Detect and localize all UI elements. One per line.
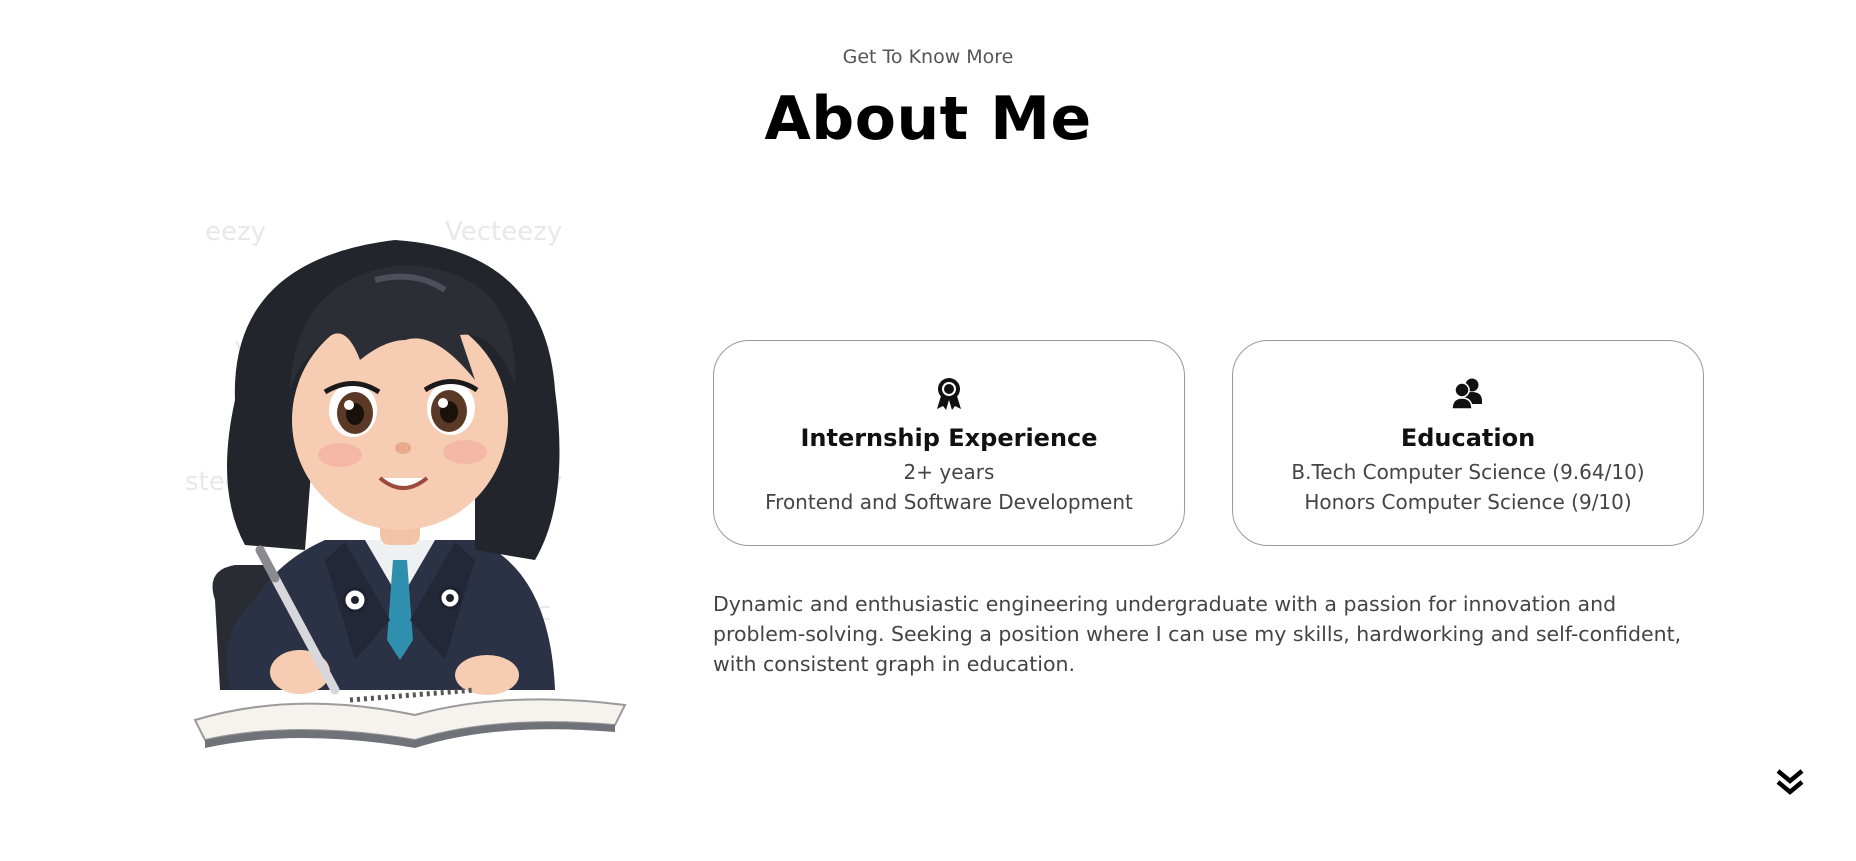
about-description: Dynamic and enthusiastic engineering und… <box>713 592 1682 676</box>
double-chevron-down-icon[interactable] <box>1775 767 1805 797</box>
card-detail: B.Tech Computer Science (9.64/10) <box>1291 460 1645 484</box>
card-title: Education <box>1400 424 1536 452</box>
education-card: Education B.Tech Computer Science (9.64/… <box>1232 340 1704 546</box>
svg-text:Vecteezy: Vecteezy <box>445 220 562 247</box>
award-icon <box>714 377 1184 411</box>
card-detail: Honors Computer Science (9/10) <box>1304 490 1632 514</box>
about-section: Get To Know More About Me eezy Vecteezy … <box>0 0 1856 861</box>
users-icon <box>1233 377 1703 411</box>
card-detail: 2+ years <box>903 460 995 484</box>
girl-writing-illustration: eezy Vecteezy Vecteezy Vec steezy Vectee… <box>185 220 627 748</box>
watermark-text: eezy <box>205 220 266 247</box>
section-subtitle: Get To Know More <box>842 46 1014 68</box>
card-detail: Frontend and Software Development <box>765 490 1133 514</box>
card-title: Internship Experience <box>800 424 1098 452</box>
section-title: About Me <box>764 84 1092 154</box>
profile-illustration: eezy Vecteezy Vecteezy Vec steezy Vectee… <box>175 220 645 760</box>
experience-card: Internship Experience 2+ years Frontend … <box>713 340 1185 546</box>
